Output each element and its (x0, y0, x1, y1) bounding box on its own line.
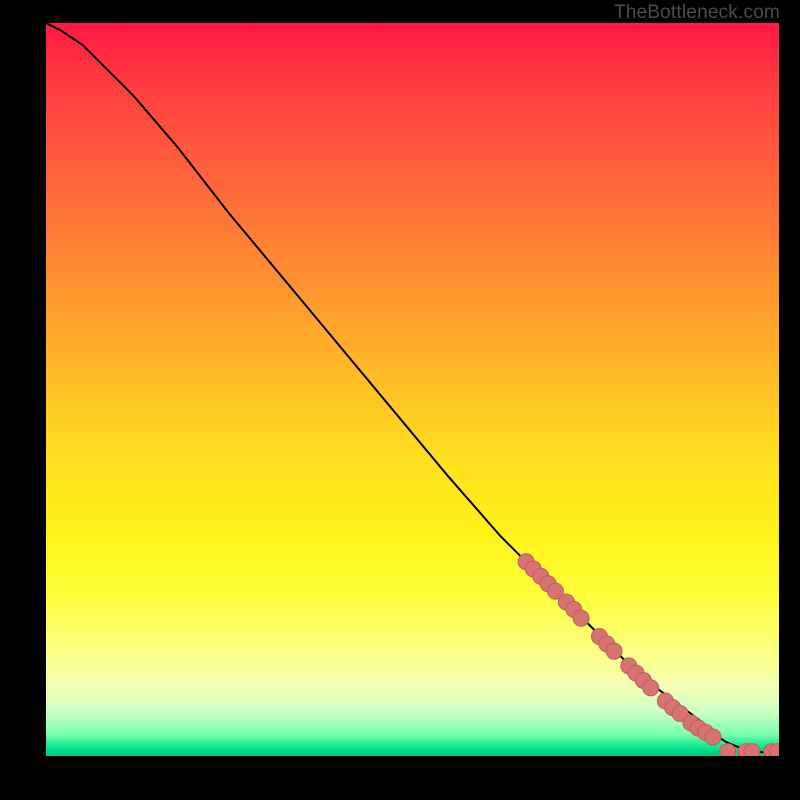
watermark-text: TheBottleneck.com (614, 2, 780, 24)
data-marker (720, 744, 736, 756)
marker-series (518, 554, 779, 756)
data-marker (606, 643, 622, 659)
data-marker (573, 610, 589, 626)
data-marker (705, 729, 721, 745)
chart-frame: TheBottleneck.com (0, 0, 800, 800)
curve-path (46, 23, 779, 752)
data-marker (744, 744, 760, 756)
line-series (46, 23, 779, 752)
data-marker (643, 680, 659, 696)
plot-area (46, 23, 779, 756)
chart-svg (46, 23, 779, 756)
